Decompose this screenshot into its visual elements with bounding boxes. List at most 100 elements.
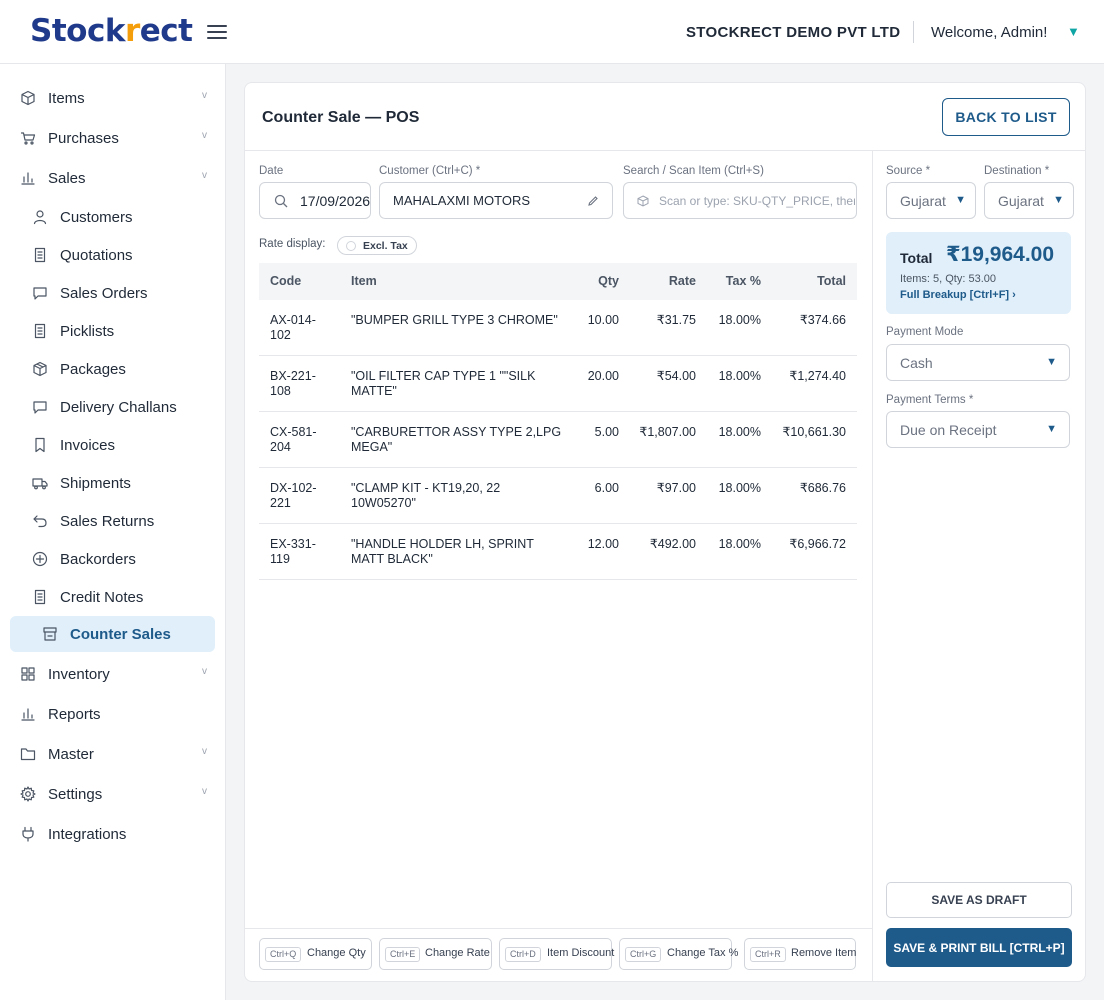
sidebar-item-settings[interactable]: Settings v xyxy=(10,776,215,812)
sidebar-item-label: Backorders xyxy=(60,551,136,568)
rate-display-toggle[interactable]: Excl. Tax xyxy=(337,236,417,255)
shortcut-change-tax-button[interactable]: Ctrl+G Change Tax % xyxy=(619,938,738,970)
cell-code: EX-331- 119 xyxy=(270,537,316,566)
sidebar-item-inventory[interactable]: Inventory v xyxy=(10,656,215,692)
sidebar-item-items[interactable]: Items v xyxy=(10,80,215,116)
scan-item-input[interactable]: Scan or type: SKU-QTY_PRICE, then Enter xyxy=(623,182,857,219)
sidebar-item-label: Sales Orders xyxy=(60,285,148,302)
sidebar-item-delivery-challans[interactable]: Delivery Challans xyxy=(10,389,215,425)
table-row[interactable]: DX-102- 221 "CLAMP KIT - KT19,20, 22 10W052… xyxy=(259,468,857,524)
cell-code: BX-221- 108 xyxy=(270,369,316,398)
cell-item: "CLAMP KIT - KT19,20, 22 10W05270" xyxy=(351,481,501,510)
table-row[interactable]: AX-014- 102 "BUMPER GRILL TYPE 3 CHROME" 10… xyxy=(259,300,857,356)
sidebar-item-label: Quotations xyxy=(60,247,133,264)
payment-terms-select[interactable]: Due on Receipt ▼ xyxy=(886,411,1070,448)
back-to-list-button[interactable]: BACK TO LIST xyxy=(942,98,1070,136)
sidebar-item-picklists[interactable]: Picklists xyxy=(10,313,215,349)
customer-field[interactable]: MAHALAXMI MOTORS xyxy=(379,182,613,219)
sidebar-item-sales-orders[interactable]: Sales Orders xyxy=(10,275,215,311)
cell-qty: 20.00 xyxy=(587,369,619,383)
search-placeholder: Scan or type: SKU-QTY_PRICE, then Enter xyxy=(659,194,855,208)
sidebar-item-integrations[interactable]: Integrations xyxy=(10,816,215,852)
col-code: Code xyxy=(270,274,302,288)
box-icon xyxy=(637,195,649,207)
shortcut-change-rate-button[interactable]: Ctrl+E Change Rate xyxy=(379,938,492,970)
sidebar-item-quotations[interactable]: Quotations xyxy=(10,237,215,273)
sidebar-item-label: Packages xyxy=(60,361,126,378)
document-icon xyxy=(32,323,48,339)
sidebar-item-shipments[interactable]: Shipments xyxy=(10,465,215,501)
cell-rate: ₹492.00 xyxy=(649,537,696,551)
cell-tax: 18.00% xyxy=(718,481,761,495)
sidebar-item-label: Items xyxy=(48,90,85,107)
document-icon xyxy=(32,247,48,263)
shortcut-item-discount-button[interactable]: Ctrl+D Item Discount xyxy=(499,938,614,970)
logo[interactable]: Stockrect xyxy=(30,13,193,49)
payment-mode-value: Cash xyxy=(900,355,933,371)
chevron-down-icon: v xyxy=(202,666,207,677)
total-summary: Total ₹19,964.00 Items: 5, Qty: 53.00 Fu… xyxy=(886,232,1071,314)
sidebar-item-packages[interactable]: Packages xyxy=(10,351,215,387)
destination-select[interactable]: Gujarat ▼ xyxy=(984,182,1074,219)
cell-item: "HANDLE HOLDER LH, SPRINT MATT BLACK" xyxy=(351,537,534,566)
gear-icon xyxy=(20,786,36,802)
top-bar: Stockrect STOCKRECT DEMO PVT LTD Welcome… xyxy=(0,0,1104,64)
sidebar-item-label: Sales xyxy=(48,170,86,187)
customer-value: MAHALAXMI MOTORS xyxy=(393,193,531,208)
source-select[interactable]: Gujarat ▼ xyxy=(886,182,976,219)
search-label: Search / Scan Item (Ctrl+S) xyxy=(623,165,764,177)
user-menu-caret-icon[interactable]: ▼ xyxy=(1067,24,1080,39)
save-as-draft-button[interactable]: SAVE AS DRAFT xyxy=(886,882,1072,918)
table-row[interactable]: CX-581- 204 "CARBURETTOR ASSY TYPE 2,LPG ME… xyxy=(259,412,857,468)
keyboard-shortcut-badge: Ctrl+Q xyxy=(265,947,302,962)
chevron-down-icon: ▼ xyxy=(955,194,966,206)
payment-mode-select[interactable]: Cash ▼ xyxy=(886,344,1070,381)
col-rate: Rate xyxy=(668,274,696,288)
sidebar-item-label: Picklists xyxy=(60,323,115,340)
cell-total: ₹1,274.40 xyxy=(789,369,846,383)
chevron-down-icon: ▼ xyxy=(1053,194,1064,206)
save-and-print-button[interactable]: SAVE & PRINT BILL [CTRL+P] xyxy=(886,928,1072,967)
divider xyxy=(245,928,872,929)
source-label: Source * xyxy=(886,165,931,177)
date-field[interactable]: 17/09/2026 xyxy=(259,182,371,219)
cart-icon xyxy=(20,130,36,146)
sidebar-item-counter-sales[interactable]: Counter Sales xyxy=(10,616,215,652)
shortcut-remove-item-button[interactable]: Ctrl+R Remove Item xyxy=(744,938,856,970)
table-row[interactable]: BX-221- 108 "OIL FILTER CAP TYPE 1 ""SILK M… xyxy=(259,356,857,412)
source-value: Gujarat xyxy=(900,193,946,209)
menu-toggle-icon[interactable] xyxy=(207,24,227,40)
cell-item: "CARBURETTOR ASSY TYPE 2,LPG MEGA" xyxy=(351,425,562,454)
cell-tax: 18.00% xyxy=(718,313,761,327)
column-divider xyxy=(872,150,873,981)
sidebar-item-sales-returns[interactable]: Sales Returns xyxy=(10,503,215,539)
cell-item: "BUMPER GRILL TYPE 3 CHROME" xyxy=(351,313,558,327)
sidebar-item-purchases[interactable]: Purchases v xyxy=(10,120,215,156)
keyboard-shortcut-badge: Ctrl+R xyxy=(750,947,786,962)
sidebar-item-label: Shipments xyxy=(60,475,131,492)
sidebar-item-invoices[interactable]: Invoices xyxy=(10,427,215,463)
shortcut-label: Change Tax % xyxy=(667,947,739,959)
edit-pencil-icon[interactable] xyxy=(587,195,599,207)
cell-code: AX-014- 102 xyxy=(270,313,316,342)
payment-terms-label: Payment Terms * xyxy=(886,394,974,406)
keyboard-shortcut-badge: Ctrl+E xyxy=(385,947,421,962)
company-name: STOCKRECT DEMO PVT LTD xyxy=(686,24,901,41)
full-breakup-link[interactable]: Full Breakup [Ctrl+F] › xyxy=(900,289,1016,301)
cell-code: CX-581- 204 xyxy=(270,425,317,454)
sidebar-item-sales[interactable]: Sales v xyxy=(10,160,215,196)
total-meta: Items: 5, Qty: 53.00 xyxy=(900,273,996,285)
sidebar-item-master[interactable]: Master v xyxy=(10,736,215,772)
welcome-text[interactable]: Welcome, Admin! xyxy=(931,24,1047,41)
sidebar-item-backorders[interactable]: Backorders xyxy=(10,541,215,577)
shortcut-change-qty-button[interactable]: Ctrl+Q Change Qty xyxy=(259,938,372,970)
sidebar-item-customers[interactable]: Customers xyxy=(10,199,215,235)
toggle-knob xyxy=(346,241,356,251)
header-divider xyxy=(913,21,914,43)
cell-total: ₹374.66 xyxy=(799,313,846,327)
col-qty: Qty xyxy=(598,274,619,288)
cell-total: ₹10,661.30 xyxy=(782,425,846,439)
table-row[interactable]: EX-331- 119 "HANDLE HOLDER LH, SPRINT MATT … xyxy=(259,524,857,580)
sidebar-item-reports[interactable]: Reports xyxy=(10,696,215,732)
sidebar-item-credit-notes[interactable]: Credit Notes xyxy=(10,579,215,615)
